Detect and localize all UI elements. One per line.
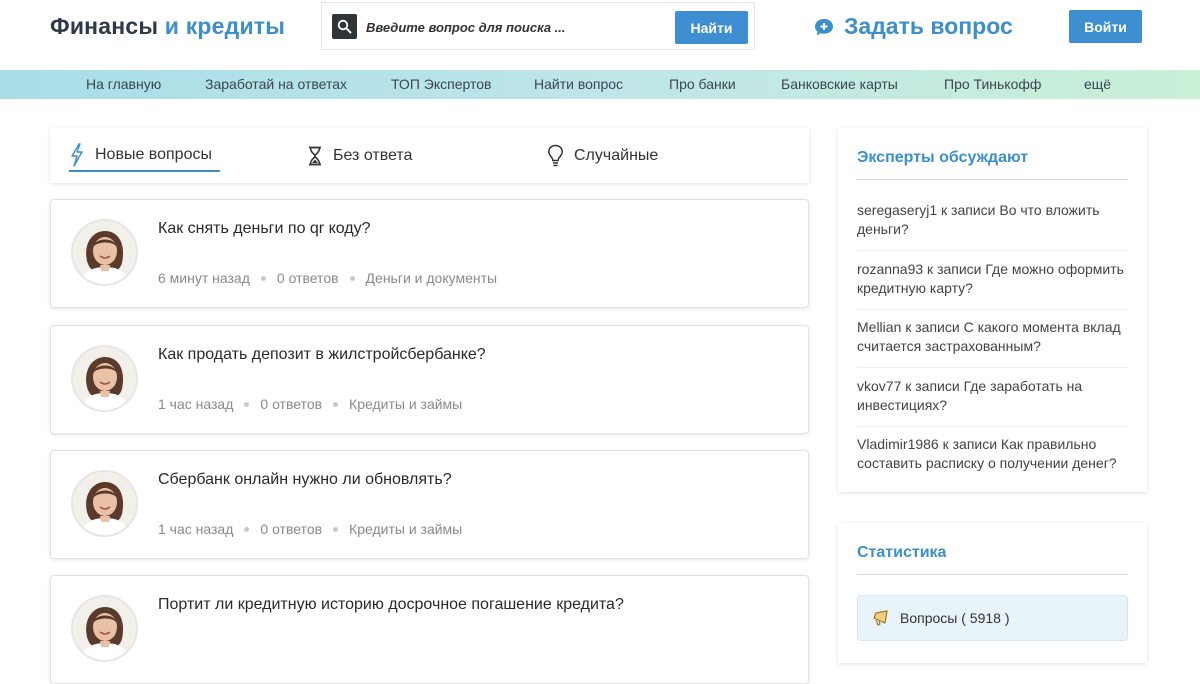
separator-dot	[333, 526, 339, 532]
question-card[interactable]: Как продать депозит в жилстройсбербанке?…	[50, 325, 809, 434]
discussion-item[interactable]: vkov77 к записи Где заработать на инвест…	[857, 377, 1128, 427]
lightbulb-icon	[547, 144, 564, 168]
widget-title: Эксперты обсуждают	[857, 149, 1029, 166]
separator-dot	[260, 275, 266, 281]
question-tabs: Новые вопросы Без ответа Случайные	[50, 128, 809, 183]
widget-title: Статистика	[857, 544, 947, 561]
header: Финансы и кредиты Найти Задать вопрос Во…	[0, 0, 1200, 70]
nav-item-more[interactable]: ещё	[1084, 76, 1111, 92]
nav-item-top-experts[interactable]: ТОП Экспертов	[391, 76, 491, 92]
search-icon	[332, 14, 357, 39]
answers-count[interactable]: 0 ответов	[260, 396, 322, 412]
separator-dot	[349, 275, 355, 281]
site-logo[interactable]: Финансы и кредиты	[50, 13, 285, 40]
chat-plus-icon	[813, 16, 835, 38]
question-category[interactable]: Деньги и документы	[366, 270, 498, 286]
nav-item-home[interactable]: На главную	[86, 76, 161, 92]
question-card[interactable]: Как снять деньги по qr коду? 6 минут наз…	[50, 199, 809, 308]
tab-new-questions[interactable]: Новые вопросы	[69, 140, 220, 172]
question-time: 1 час назад	[158, 396, 234, 412]
question-title[interactable]: Как продать депозит в жилстройсбербанке?	[158, 346, 486, 364]
question-category[interactable]: Кредиты и займы	[349, 396, 462, 412]
nav-item-banks[interactable]: Про банки	[669, 76, 736, 92]
ask-question-label: Задать вопрос	[844, 13, 1013, 39]
stat-questions-label: Вопросы ( 5918 )	[900, 610, 1010, 626]
nav-item-bank-cards[interactable]: Банковские карты	[781, 76, 898, 92]
avatar[interactable]	[71, 470, 138, 537]
question-time: 6 минут назад	[158, 270, 250, 286]
avatar[interactable]	[71, 345, 138, 412]
question-category[interactable]: Кредиты и займы	[349, 521, 462, 537]
experts-discuss-widget: Эксперты обсуждают seregaseryj1 к записи…	[838, 128, 1147, 492]
discussion-item[interactable]: Vladimir1986 к записи Как правильно сост…	[857, 435, 1128, 484]
hourglass-icon	[307, 146, 323, 166]
discussion-item[interactable]: seregaseryj1 к записи Во что вложить ден…	[857, 201, 1128, 251]
question-title[interactable]: Сбербанк онлайн нужно ли обновлять?	[158, 471, 452, 489]
separator-dot	[244, 526, 250, 532]
search-bar: Найти	[321, 2, 755, 50]
tab-label: Без ответа	[333, 147, 413, 164]
main-nav: На главную Заработай на ответах ТОП Эксп…	[0, 70, 1200, 99]
question-meta: 6 минут назад 0 ответов Деньги и докумен…	[158, 270, 497, 286]
discussion-item[interactable]: rozanna93 к записи Где можно оформить кр…	[857, 260, 1128, 310]
tab-random[interactable]: Случайные	[547, 140, 658, 172]
question-time: 1 час назад	[158, 521, 234, 537]
nav-item-find-question[interactable]: Найти вопрос	[534, 76, 623, 92]
avatar[interactable]	[71, 595, 138, 662]
question-card[interactable]: Портит ли кредитную историю досрочное по…	[50, 575, 809, 684]
search-input[interactable]	[366, 13, 666, 41]
logo-part-2: и кредиты	[164, 13, 286, 39]
stat-questions: Вопросы ( 5918 )	[857, 595, 1128, 641]
divider	[857, 574, 1128, 575]
lightning-icon	[69, 143, 85, 167]
ask-question-link[interactable]: Задать вопрос	[813, 13, 1013, 40]
separator-dot	[244, 401, 250, 407]
question-title[interactable]: Как снять деньги по qr коду?	[158, 220, 371, 238]
tab-label: Новые вопросы	[95, 146, 212, 163]
login-button[interactable]: Войти	[1069, 10, 1142, 43]
divider	[857, 179, 1128, 180]
question-meta: 1 час назад 0 ответов Кредиты и займы	[158, 521, 462, 537]
question-title[interactable]: Портит ли кредитную историю досрочное по…	[158, 596, 624, 614]
avatar[interactable]	[71, 219, 138, 286]
search-button[interactable]: Найти	[675, 11, 748, 44]
logo-part-1: Финансы	[50, 13, 159, 39]
answers-count[interactable]: 0 ответов	[277, 270, 339, 286]
separator-dot	[333, 401, 339, 407]
megaphone-icon	[872, 609, 890, 627]
tab-unanswered[interactable]: Без ответа	[307, 140, 412, 172]
discussion-item[interactable]: Mellian к записи С какого момента вклад …	[857, 318, 1128, 368]
statistics-widget: Статистика Вопросы ( 5918 )	[838, 523, 1147, 663]
question-meta: 1 час назад 0 ответов Кредиты и займы	[158, 396, 462, 412]
nav-item-tinkoff[interactable]: Про Тинькофф	[944, 76, 1041, 92]
question-card[interactable]: Сбербанк онлайн нужно ли обновлять? 1 ча…	[50, 450, 809, 559]
nav-item-earn[interactable]: Заработай на ответах	[205, 76, 347, 92]
answers-count[interactable]: 0 ответов	[260, 521, 322, 537]
tab-label: Случайные	[574, 147, 659, 164]
